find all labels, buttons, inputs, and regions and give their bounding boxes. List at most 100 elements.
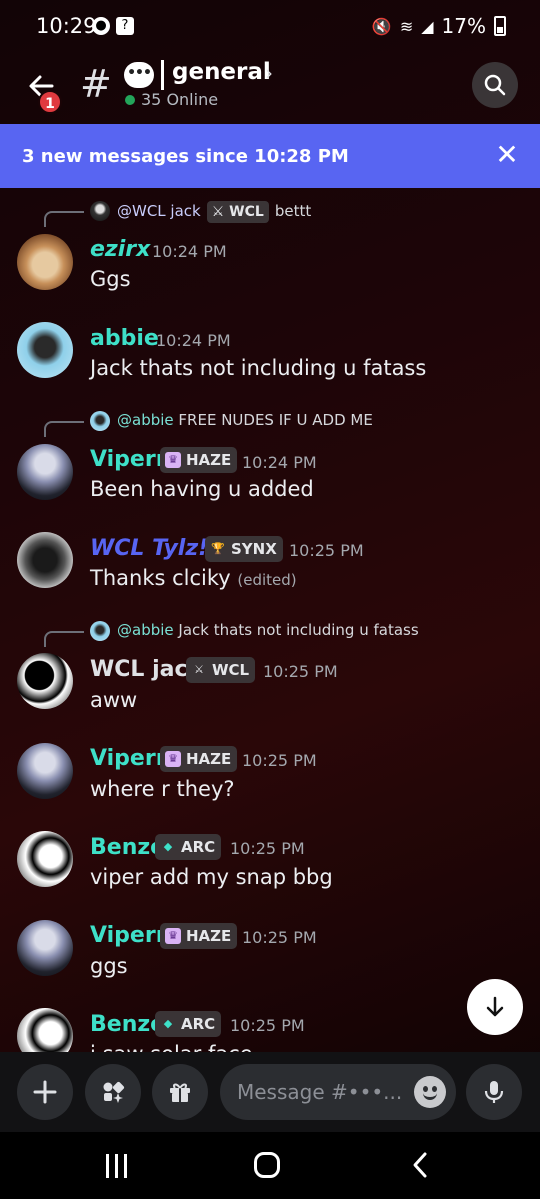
avatar[interactable] — [17, 322, 73, 378]
username[interactable]: Viperr — [90, 447, 167, 472]
message-text: Been having u added — [90, 477, 314, 501]
edited-label: (edited) — [237, 571, 297, 589]
guild-tag[interactable]: ⚔ WCL — [186, 657, 256, 683]
username[interactable]: Viperr — [90, 746, 167, 771]
crown-icon: ♛ — [165, 452, 181, 468]
username[interactable]: Viperr — [90, 923, 167, 948]
timestamp: 10:25 PM — [230, 839, 305, 858]
username[interactable]: abbie — [90, 326, 159, 351]
gift-button[interactable] — [152, 1064, 208, 1120]
settings-icon: ● — [92, 17, 110, 35]
message-text: i saw solar face — [90, 1042, 253, 1052]
message-input[interactable]: Message #•••... — [220, 1064, 456, 1120]
reply-connector — [44, 211, 84, 227]
message[interactable]: Benze ◆ARC 10:25 PM i saw solar face — [0, 1006, 540, 1052]
timestamp: 10:25 PM — [230, 1016, 305, 1035]
online-count: 35 Online — [141, 90, 219, 109]
channel-header: 1 # ••• general › 35 Online — [0, 56, 540, 124]
reply-connector — [44, 631, 84, 647]
message-text: ggs — [90, 954, 128, 978]
reply-connector — [44, 421, 84, 437]
guild-tag[interactable]: ♛ HAZE — [160, 923, 238, 949]
crown-icon: ♛ — [165, 751, 181, 767]
guild-tag[interactable]: ◆ ARC — [155, 1011, 222, 1037]
mute-icon: 🔇 — [371, 16, 392, 36]
reply-text: @abbie FREE NUDES IF U ADD ME — [117, 411, 373, 429]
crown-icon: ♛ — [165, 928, 181, 944]
avatar[interactable] — [17, 444, 73, 500]
message-text: Thanks clciky (edited) — [90, 566, 297, 590]
search-icon — [484, 74, 506, 96]
trophy-icon: 🏆 — [211, 542, 225, 555]
status-time: 10:29 — [36, 14, 97, 38]
notification-icon: ? — [116, 17, 134, 35]
gift-icon — [170, 1083, 190, 1102]
reply-preview[interactable]: @abbie FREE NUDES IF U ADD ME — [0, 409, 540, 437]
reply-avatar — [90, 411, 110, 431]
avatar[interactable] — [17, 831, 73, 887]
new-messages-banner[interactable]: 3 new messages since 10:28 PM ✕ — [0, 124, 540, 188]
status-right: 🔇 ≋ ◢ 17% — [372, 14, 506, 38]
username[interactable]: ezirx — [90, 237, 150, 262]
apps-icon — [103, 1081, 125, 1103]
online-dot-icon — [125, 95, 135, 105]
username[interactable]: WCL Tylz! — [90, 536, 208, 561]
timestamp: 10:25 PM — [289, 541, 364, 560]
wifi-icon: ≋ — [399, 16, 414, 36]
message-text: Ggs — [90, 267, 131, 291]
channel-name[interactable]: general — [172, 59, 271, 85]
notification-badge: 1 — [38, 90, 62, 114]
add-attachment-button[interactable] — [17, 1064, 73, 1120]
guild-tag[interactable]: 🏆 SYNX — [205, 536, 283, 562]
username[interactable]: Benze — [90, 1012, 165, 1037]
banner-text: 3 new messages since 10:28 PM — [22, 146, 349, 167]
avatar[interactable] — [17, 234, 73, 290]
timestamp: 10:25 PM — [242, 928, 317, 947]
reply-text: @WCL jack ⚔ WCL bettt — [117, 201, 311, 223]
message-text: Jack thats not including u fatass — [90, 356, 427, 380]
guild-tag[interactable]: ◆ ARC — [155, 834, 222, 860]
guild-tag[interactable]: ♛ HAZE — [160, 746, 238, 772]
channel-divider — [161, 60, 164, 90]
reply-text: @abbie Jack thats not including u fatass — [117, 621, 419, 639]
recent-apps-icon[interactable] — [104, 1154, 128, 1178]
apps-button[interactable] — [85, 1064, 141, 1120]
message-placeholder: Message #•••... — [237, 1080, 403, 1104]
avatar[interactable] — [17, 1008, 73, 1052]
battery-icon — [494, 16, 506, 36]
chevron-right-icon[interactable]: › — [265, 61, 273, 85]
avatar[interactable] — [17, 743, 73, 799]
avatar[interactable] — [17, 920, 73, 976]
home-icon[interactable] — [254, 1152, 280, 1178]
back-icon[interactable] — [408, 1150, 432, 1188]
diamond-icon: ◆ — [163, 1017, 173, 1030]
message-text: where r they? — [90, 777, 235, 801]
plus-icon — [33, 1080, 57, 1104]
speech-bubble-icon: ••• — [124, 62, 154, 88]
scroll-to-bottom-button[interactable] — [467, 979, 523, 1035]
message-text: aww — [90, 688, 138, 712]
message-text: viper add my snap bbg — [90, 865, 333, 889]
avatar[interactable] — [17, 532, 73, 588]
emoji-icon[interactable] — [414, 1076, 446, 1108]
hash-icon: # — [80, 62, 112, 106]
search-button[interactable] — [472, 62, 518, 108]
timestamp: 10:24 PM — [242, 453, 317, 472]
sword-icon: ⚔ — [194, 663, 204, 676]
timestamp: 10:24 PM — [152, 242, 227, 261]
microphone-icon — [484, 1081, 504, 1103]
timestamp: 10:25 PM — [263, 662, 338, 681]
reply-preview[interactable]: @abbie Jack thats not including u fatass — [0, 619, 540, 647]
arrow-down-icon — [486, 996, 504, 1017]
reply-preview[interactable]: @WCL jack ⚔ WCL bettt — [0, 199, 540, 227]
system-nav-bar — [0, 1132, 540, 1199]
status-bar: 10:29 ● ? 🔇 ≋ ◢ 17% — [0, 0, 540, 56]
voice-message-button[interactable] — [466, 1064, 522, 1120]
battery-text: 17% — [441, 14, 486, 38]
guild-tag[interactable]: ♛ HAZE — [160, 447, 238, 473]
diamond-icon: ◆ — [163, 840, 173, 853]
close-icon[interactable]: ✕ — [492, 140, 522, 170]
signal-icon: ◢ — [421, 16, 434, 36]
avatar[interactable] — [17, 653, 73, 709]
username[interactable]: Benze — [90, 835, 165, 860]
